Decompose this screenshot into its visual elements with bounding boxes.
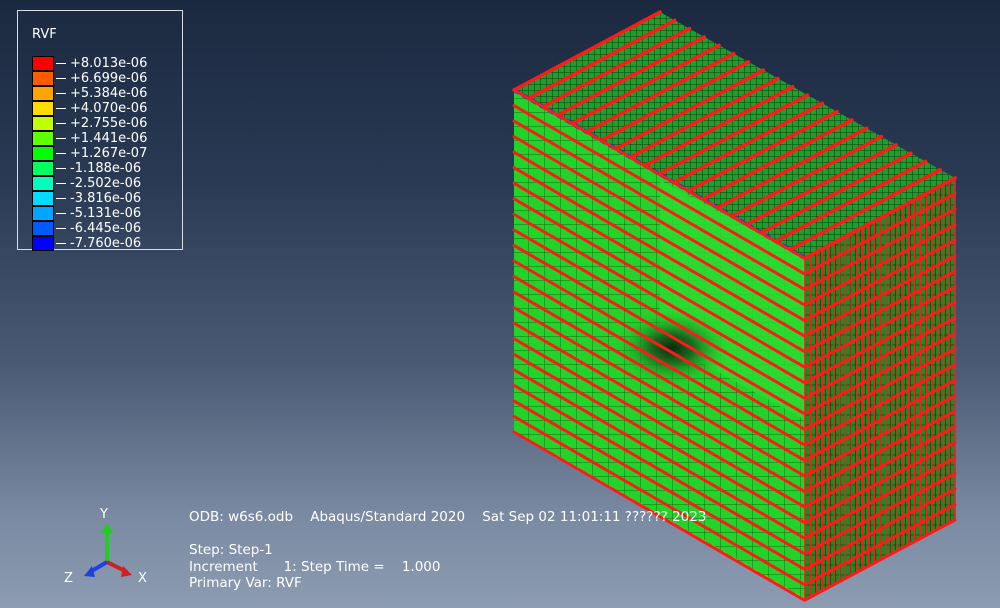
- primary-var-info: Primary Var: RVF: [189, 575, 302, 591]
- odb-info: ODB: w6s6.odb Abaqus/Standard 2020 Sat S…: [189, 509, 707, 525]
- step-info: Step: Step-1: [189, 542, 273, 558]
- triad-x-label: X: [138, 571, 147, 586]
- triad-z-label: Z: [64, 571, 73, 586]
- coordinate-triad: Y X Z: [60, 505, 160, 595]
- viewport[interactable]: RVF +8.013e-06 +6.699e-06 +5.384e-06 +4.070…: [0, 0, 1000, 608]
- increment-info: Increment 1: Step Time = 1.000: [189, 559, 441, 575]
- triad-y-label: Y: [100, 507, 108, 522]
